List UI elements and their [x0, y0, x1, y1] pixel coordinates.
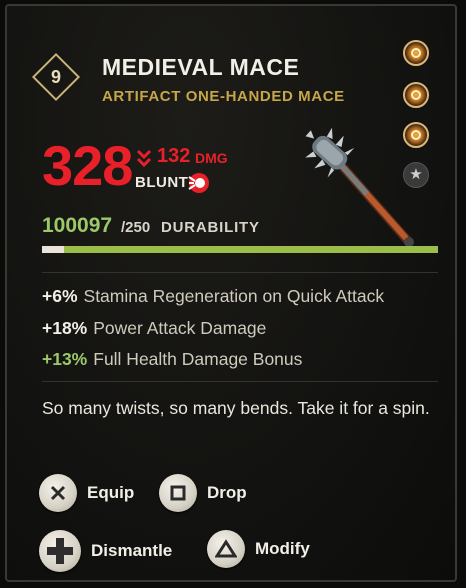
- perk-value: +6%: [42, 286, 78, 306]
- durability-bar: [42, 246, 438, 253]
- durability-bar-fill: [42, 246, 438, 253]
- damage-difference: 132: [157, 145, 191, 167]
- cross-button-icon: [39, 474, 77, 512]
- durability-current: 100097: [42, 214, 113, 237]
- mod-slot-filled-icon[interactable]: [403, 82, 429, 108]
- perk-row: +18% Power Attack Damage: [42, 318, 266, 339]
- damage-type: BLUNT: [135, 174, 189, 191]
- item-rarity-type: ARTIFACT ONE-HANDED MACE: [102, 88, 345, 105]
- dismantle-button[interactable]: Dismantle: [39, 530, 172, 572]
- perk-text: Power Attack Damage: [93, 318, 267, 338]
- equip-label: Equip: [87, 483, 135, 502]
- divider: [42, 272, 438, 273]
- perk-text: Full Health Damage Bonus: [93, 349, 303, 369]
- divider: [42, 381, 438, 382]
- durability-max: /250: [121, 219, 151, 236]
- dpad-icon: [39, 530, 81, 572]
- drop-label: Drop: [207, 483, 247, 502]
- damage-value: 328: [42, 134, 133, 197]
- modify-label: Modify: [255, 539, 310, 558]
- perk-text: Stamina Regeneration on Quick Attack: [83, 286, 385, 306]
- perk-value: +18%: [42, 318, 88, 338]
- damage-difference-unit: DMG: [195, 150, 228, 166]
- decrease-chevron-icon: [136, 149, 152, 168]
- mod-slot-filled-icon[interactable]: [403, 40, 429, 66]
- modify-button[interactable]: Modify: [207, 530, 310, 568]
- durability-label: DURABILITY: [161, 219, 260, 236]
- drop-button[interactable]: Drop: [159, 474, 247, 512]
- square-button-icon: [159, 474, 197, 512]
- item-tooltip-panel: 9 MEDIEVAL MACE ARTIFACT ONE-HANDED MACE…: [5, 4, 457, 582]
- perk-row: +13% Full Health Damage Bonus: [42, 349, 302, 370]
- perk-row: +6% Stamina Regeneration on Quick Attack: [42, 286, 384, 307]
- durability-bar-cap: [42, 246, 64, 253]
- tier-level: 9: [50, 67, 61, 87]
- item-name: MEDIEVAL MACE: [102, 54, 300, 80]
- dismantle-label: Dismantle: [91, 541, 173, 560]
- mace-weapon-icon: [305, 127, 414, 247]
- equip-button[interactable]: Equip: [39, 474, 134, 512]
- perk-value: +13%: [42, 349, 88, 369]
- item-description: So many twists, so many bends. Take it f…: [42, 398, 430, 418]
- triangle-button-icon: [207, 530, 245, 568]
- blunt-impact-icon: [188, 173, 209, 193]
